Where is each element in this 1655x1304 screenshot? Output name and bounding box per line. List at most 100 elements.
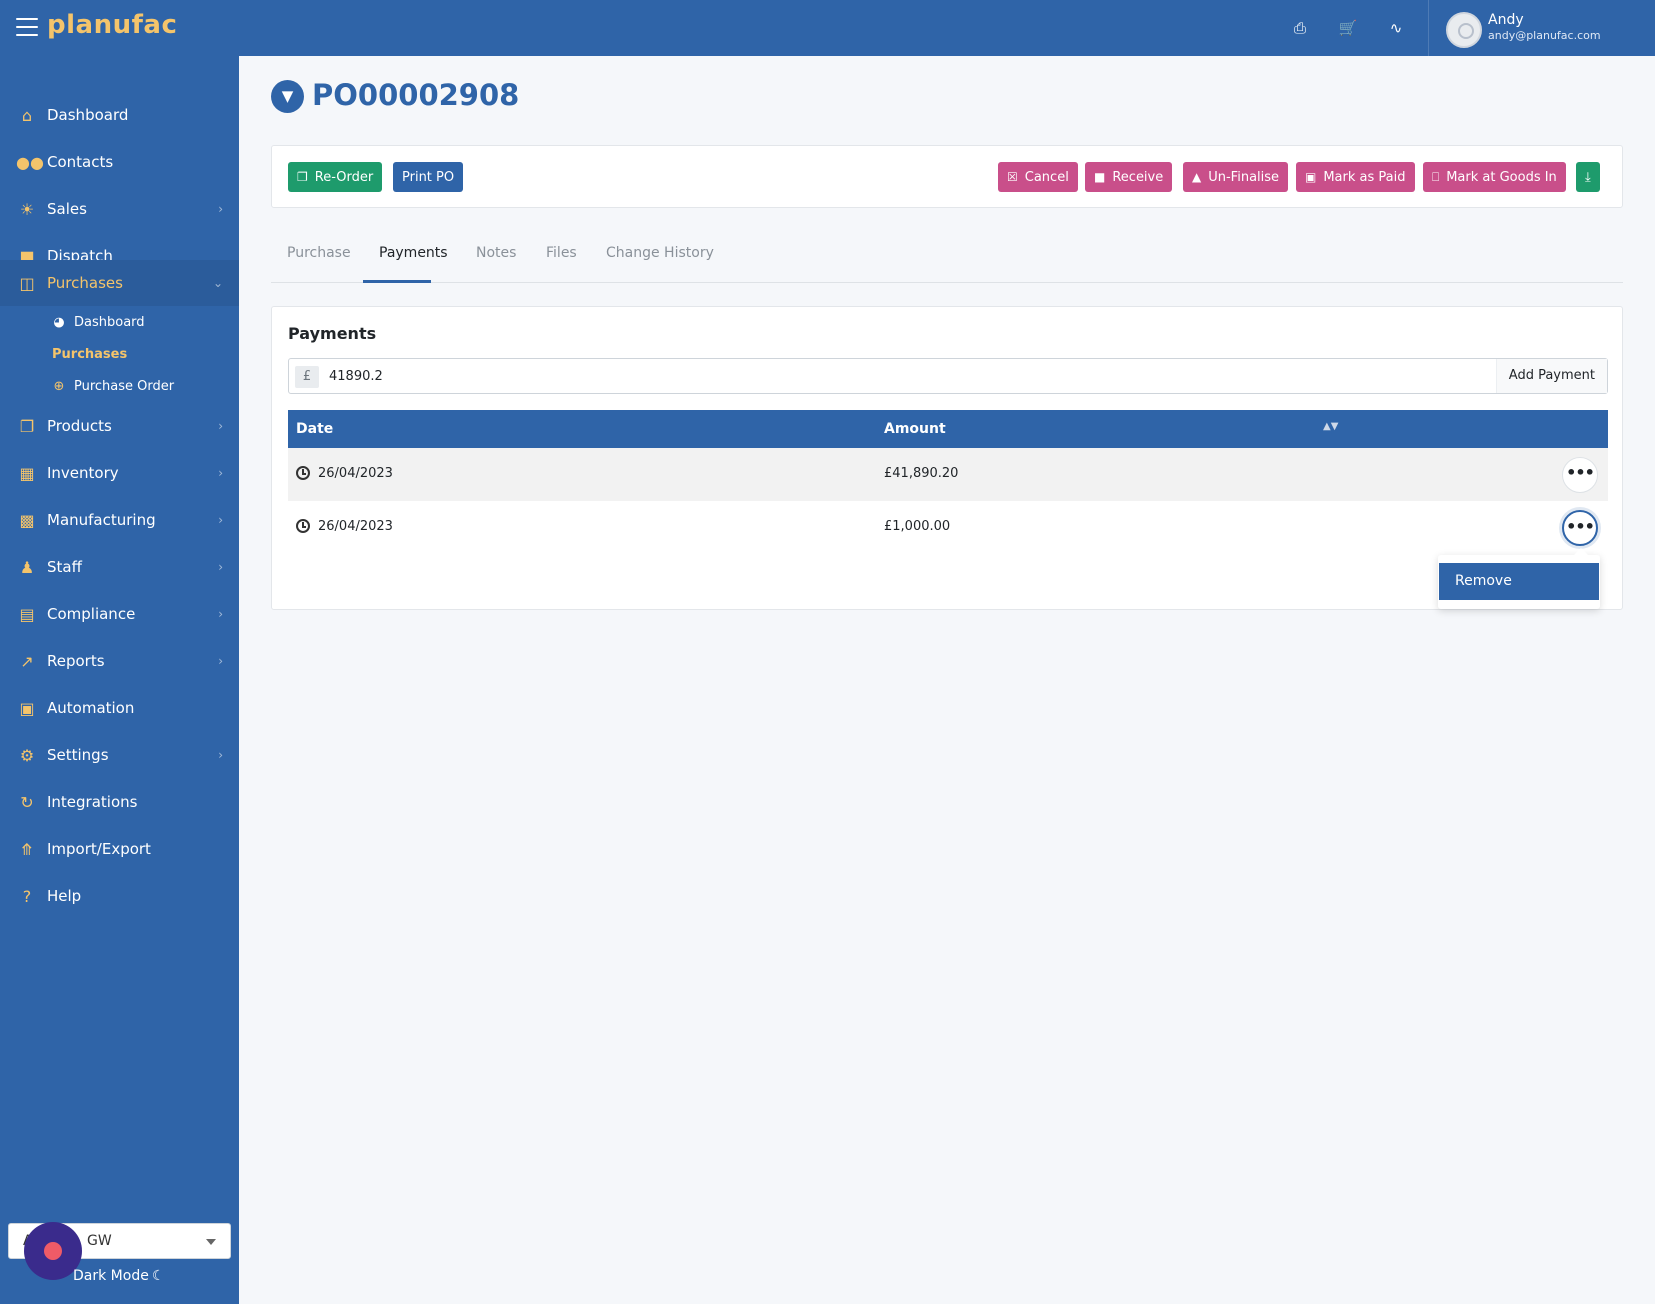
- sidebar-item-sales[interactable]: ☀ Sales ›: [0, 189, 239, 229]
- question-icon: ?: [22, 886, 32, 906]
- unfinalise-label: Un-Finalise: [1208, 169, 1280, 185]
- plus-circle-icon: ⊕: [53, 378, 65, 394]
- payment-input-group: £ Add Payment: [288, 358, 1608, 394]
- cancel-label: Cancel: [1024, 169, 1069, 185]
- column-header-date[interactable]: Date: [296, 421, 333, 437]
- user-name[interactable]: Andy: [1488, 12, 1524, 28]
- sidebar-item-label: Settings: [47, 746, 109, 764]
- gear-icon: ⚙: [19, 745, 35, 765]
- chevron-right-icon: ›: [218, 654, 223, 668]
- sidebar-item-contacts[interactable]: ●● Contacts: [0, 142, 239, 182]
- printer-icon[interactable]: ⎙: [1290, 18, 1310, 38]
- users-icon: ●●: [16, 152, 44, 172]
- download-button[interactable]: ⤓: [1576, 162, 1600, 192]
- sidebar-item-label: Dashboard: [47, 106, 129, 124]
- upload-icon: ⤊: [20, 839, 34, 859]
- caret-down-icon: [206, 1239, 216, 1245]
- page-title: PO00002908: [312, 78, 520, 112]
- add-payment-button[interactable]: Add Payment: [1495, 359, 1607, 393]
- sidebar-subitem-label: Purchase Order: [74, 378, 175, 394]
- print-po-button[interactable]: Print PO: [393, 162, 464, 192]
- top-bar: planufac ⎙ 🛒 ∿ Andy andy@planufac.com: [0, 0, 1655, 56]
- unfinalise-button[interactable]: ▲ Un-Finalise: [1183, 162, 1289, 192]
- factory-icon: ▩: [19, 510, 35, 530]
- sidebar-item-manufacturing[interactable]: ▩ Manufacturing ›: [0, 500, 239, 540]
- sidebar-item-label: Staff: [47, 558, 82, 576]
- sidebar-subitem-purchases[interactable]: Purchases: [0, 340, 239, 368]
- sidebar-item-label: Help: [47, 887, 82, 905]
- sidebar-item-label: Products: [47, 417, 112, 435]
- tab-change-history[interactable]: Change History: [606, 245, 714, 261]
- sidebar-subitem-purchase-order[interactable]: ⊕ Purchase Order: [0, 372, 239, 400]
- user-email: andy@planufac.com: [1488, 29, 1601, 42]
- sidebar-subitem-label: Dashboard: [74, 314, 145, 330]
- sidebar-item-automation[interactable]: ▣ Automation: [0, 688, 239, 728]
- payment-amount-input[interactable]: [329, 360, 1449, 392]
- tab-notes[interactable]: Notes: [476, 245, 516, 261]
- sidebar-item-label: Automation: [47, 699, 135, 717]
- payment-date: 26/04/2023: [318, 466, 393, 481]
- clock-icon: [296, 466, 310, 480]
- inbox-icon: ⎕: [1432, 169, 1440, 184]
- payments-title: Payments: [288, 324, 377, 343]
- reorder-button[interactable]: ❐ Re-Order: [288, 162, 383, 192]
- sidebar-subitem-dashboard[interactable]: ◕ Dashboard: [0, 308, 239, 336]
- sync-icon: ↻: [20, 792, 34, 812]
- remove-menu-item[interactable]: Remove: [1439, 563, 1599, 600]
- sidebar-item-settings[interactable]: ⚙ Settings ›: [0, 735, 239, 775]
- sidebar-item-inventory[interactable]: ▦ Inventory ›: [0, 453, 239, 493]
- tab-bar: Purchase Payments Notes Files Change His…: [271, 232, 1623, 283]
- sidebar-item-label: Contacts: [47, 153, 114, 171]
- sidebar-item-label: Manufacturing: [47, 511, 156, 529]
- avatar[interactable]: [1446, 12, 1482, 48]
- close-square-icon: ☒: [1007, 170, 1018, 184]
- tab-purchase[interactable]: Purchase: [287, 245, 351, 261]
- sidebar-item-purchases[interactable]: ◫ Purchases ⌄: [0, 260, 239, 306]
- hamburger-menu-icon[interactable]: [16, 18, 38, 36]
- action-toolbar: ❐ Re-Order Print PO ☒ Cancel ■ Receive ▲…: [271, 145, 1623, 208]
- sidebar-item-integrations[interactable]: ↻ Integrations: [0, 782, 239, 822]
- sidebar-item-reports[interactable]: ↗ Reports ›: [0, 641, 239, 681]
- mark-paid-button[interactable]: ▣ Mark as Paid: [1296, 162, 1415, 192]
- clipboard-icon: ▤: [19, 604, 35, 624]
- print-po-label: Print PO: [402, 169, 455, 185]
- sort-icon[interactable]: ▲▼: [1323, 421, 1338, 432]
- chevron-down-icon: ⌄: [212, 276, 223, 290]
- pulse-icon[interactable]: ∿: [1386, 18, 1406, 38]
- receive-label: Receive: [1112, 169, 1164, 185]
- receive-button[interactable]: ■ Receive: [1085, 162, 1173, 192]
- tab-payments[interactable]: Payments: [379, 245, 448, 261]
- mark-paid-label: Mark as Paid: [1323, 169, 1406, 185]
- cancel-button[interactable]: ☒ Cancel: [998, 162, 1078, 192]
- moon-icon[interactable]: ☾: [152, 1268, 165, 1284]
- copy-icon: ❐: [297, 170, 308, 184]
- company-select-value-right: GW: [87, 1233, 112, 1249]
- truck-icon: ■: [1094, 170, 1106, 184]
- cart-icon[interactable]: 🛒: [1338, 18, 1358, 38]
- row-actions-button[interactable]: •••: [1562, 510, 1598, 546]
- table-header: Date Amount ▲▼: [288, 410, 1608, 448]
- sidebar-item-compliance[interactable]: ▤ Compliance ›: [0, 594, 239, 634]
- tab-files[interactable]: Files: [546, 245, 577, 261]
- column-header-amount[interactable]: Amount: [884, 421, 946, 437]
- mark-goods-in-button[interactable]: ⎕ Mark at Goods In: [1423, 162, 1566, 192]
- sidebar-item-staff[interactable]: ♟ Staff ›: [0, 547, 239, 587]
- hand-coin-icon: ☀: [19, 199, 35, 219]
- sidebar-item-dashboard[interactable]: ⌂ Dashboard: [0, 95, 239, 135]
- dark-mode-toggle[interactable]: Dark Mode: [73, 1268, 149, 1284]
- home-icon: ⌂: [21, 105, 33, 125]
- people-icon: ♟: [19, 557, 35, 577]
- app-logo[interactable]: planufac: [47, 10, 177, 40]
- sidebar-item-products[interactable]: ❐ Products ›: [0, 406, 239, 446]
- topbar-divider: [1428, 0, 1429, 56]
- chevron-right-icon: ›: [218, 202, 223, 216]
- chevron-right-icon: ›: [218, 607, 223, 621]
- table-row: 26/04/2023 £1,000.00 •••: [288, 501, 1608, 554]
- sidebar-item-import-export[interactable]: ⤊ Import/Export: [0, 829, 239, 869]
- reorder-label: Re-Order: [314, 169, 374, 185]
- sidebar-item-help[interactable]: ? Help: [0, 876, 239, 916]
- row-actions-button[interactable]: •••: [1562, 457, 1598, 493]
- payment-date: 26/04/2023: [318, 519, 393, 534]
- payment-amount: £1,000.00: [884, 519, 951, 534]
- robot-icon: ▣: [19, 698, 35, 718]
